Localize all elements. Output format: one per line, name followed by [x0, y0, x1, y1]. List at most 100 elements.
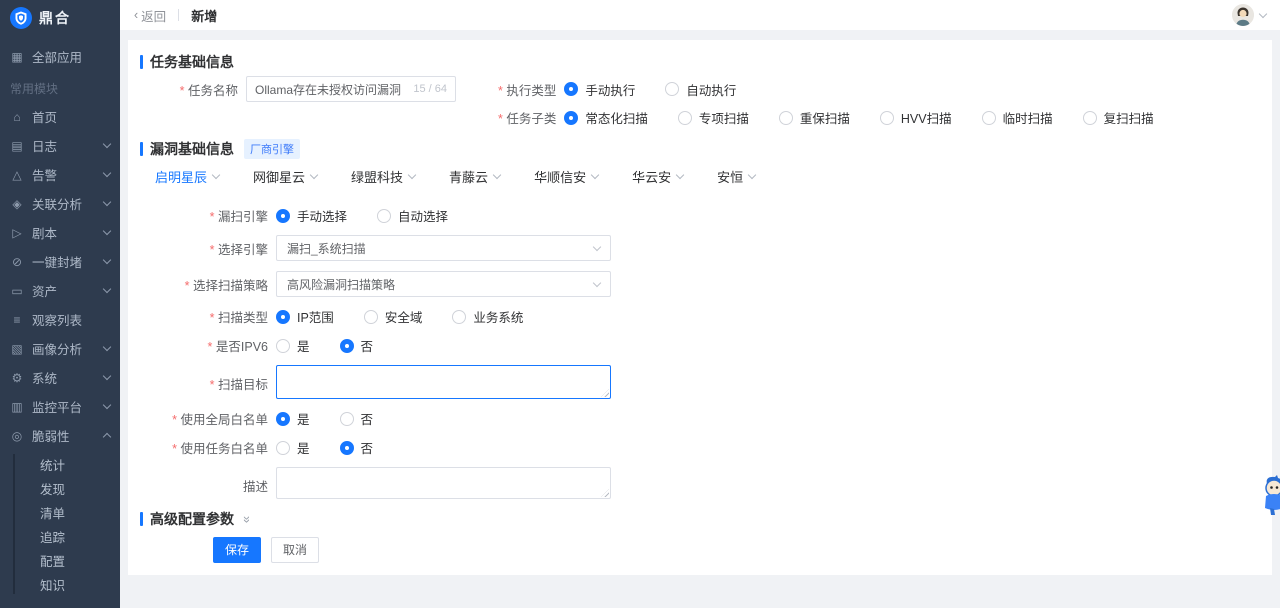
- sidebar-item-all-apps[interactable]: ▦ 全部应用: [0, 42, 120, 71]
- vendor-tab[interactable]: 绿盟科技: [351, 167, 415, 186]
- radio-option[interactable]: 复扫扫描: [1083, 108, 1154, 127]
- radio-control-icon[interactable]: [377, 209, 391, 223]
- radio-control-icon[interactable]: [340, 441, 354, 455]
- sidebar-item-label: 告警: [32, 165, 96, 184]
- radio-control-icon[interactable]: [340, 412, 354, 426]
- monitor-platform-icon: ▥: [10, 400, 24, 414]
- sidebar-submenu-item[interactable]: 追踪: [40, 524, 120, 548]
- sidebar-menu-item[interactable]: ▭ 资产: [0, 276, 120, 305]
- radio-control-icon[interactable]: [564, 82, 578, 96]
- ipv6-label: 是否IPV6: [140, 336, 268, 355]
- mascot-icon: [1261, 474, 1280, 516]
- radio-control-icon[interactable]: [276, 310, 290, 324]
- alert-icon: △: [10, 168, 24, 182]
- page-title: 新增: [191, 6, 217, 25]
- submenu-item-label: 清单: [40, 503, 65, 522]
- sidebar-submenu-item[interactable]: 知识: [40, 572, 120, 596]
- radio-option[interactable]: 临时扫描: [982, 108, 1053, 127]
- vendor-tab[interactable]: 华顺信安: [534, 167, 598, 186]
- scan-target-textarea[interactable]: [276, 365, 611, 399]
- radio-control-icon[interactable]: [276, 412, 290, 426]
- radio-option[interactable]: IP范围: [276, 307, 334, 326]
- vendor-tab-label: 华顺信安: [534, 167, 586, 186]
- vendor-tab[interactable]: 启明星辰: [155, 167, 219, 186]
- radio-option[interactable]: 手动执行: [564, 80, 635, 99]
- radio-control-icon[interactable]: [982, 111, 996, 125]
- vendor-tab-label: 启明星辰: [155, 167, 207, 186]
- sidebar-menu-item[interactable]: ◎ 脆弱性: [0, 421, 120, 450]
- radio-option[interactable]: 安全域: [364, 307, 423, 326]
- chevron-down-icon: [493, 171, 501, 179]
- logo-title: 鼎合: [39, 8, 71, 28]
- sidebar-menu-item[interactable]: ▥ 监控平台: [0, 392, 120, 421]
- engine-select[interactable]: 漏扫_系统扫描: [276, 235, 611, 261]
- sidebar-menu-item[interactable]: ⌂ 首页: [0, 102, 120, 131]
- radio-control-icon[interactable]: [779, 111, 793, 125]
- assistant-mascot[interactable]: [1261, 474, 1280, 516]
- app-logo[interactable]: 鼎合: [0, 0, 120, 36]
- radio-option[interactable]: 自动选择: [377, 206, 448, 225]
- policy-select[interactable]: 高风险漏洞扫描策略: [276, 271, 611, 297]
- sidebar-menu-item[interactable]: ▤ 日志: [0, 131, 120, 160]
- radio-control-icon[interactable]: [276, 339, 290, 353]
- user-avatar[interactable]: [1232, 4, 1254, 26]
- radio-option[interactable]: 否: [340, 409, 374, 428]
- radio-control-icon[interactable]: [276, 209, 290, 223]
- radio-label: 业务系统: [473, 307, 523, 326]
- radio-option[interactable]: 是: [276, 336, 310, 355]
- sidebar-submenu-item[interactable]: 发现: [40, 476, 120, 500]
- radio-option[interactable]: 是: [276, 409, 310, 428]
- radio-control-icon[interactable]: [276, 441, 290, 455]
- radio-control-icon[interactable]: [1083, 111, 1097, 125]
- description-textarea[interactable]: [276, 467, 611, 499]
- radio-option[interactable]: 重保扫描: [779, 108, 850, 127]
- radio-control-icon[interactable]: [678, 111, 692, 125]
- sidebar-submenu-item[interactable]: 统计: [40, 452, 120, 476]
- sidebar-menu-item[interactable]: △ 告警: [0, 160, 120, 189]
- radio-control-icon[interactable]: [452, 310, 466, 324]
- radio-option[interactable]: 业务系统: [452, 307, 523, 326]
- sidebar-menu-item[interactable]: ⊘ 一键封堵: [0, 247, 120, 276]
- back-button[interactable]: ‹ 返回: [134, 6, 166, 25]
- radio-label: 安全域: [385, 307, 423, 326]
- avatar-chevron-icon[interactable]: [1259, 9, 1267, 17]
- radio-control-icon[interactable]: [564, 111, 578, 125]
- sidebar-menu-item[interactable]: ▧ 画像分析: [0, 334, 120, 363]
- ipv6-radio-group: 是 否: [276, 336, 403, 355]
- vendor-tab[interactable]: 青藤云: [449, 167, 500, 186]
- radio-option[interactable]: 专项扫描: [678, 108, 749, 127]
- resize-grip[interactable]: [601, 489, 609, 497]
- sidebar-submenu-item[interactable]: 清单: [40, 500, 120, 524]
- radio-option[interactable]: 手动选择: [276, 206, 347, 225]
- vendor-tab[interactable]: 安恒: [717, 167, 755, 186]
- sidebar-menu-item[interactable]: ▷ 剧本: [0, 218, 120, 247]
- radio-label: 否: [361, 409, 374, 428]
- cancel-button[interactable]: 取消: [271, 537, 319, 563]
- collapse-icon[interactable]: «: [238, 515, 253, 522]
- radio-control-icon[interactable]: [880, 111, 894, 125]
- radio-control-icon[interactable]: [665, 82, 679, 96]
- radio-option[interactable]: 否: [340, 336, 374, 355]
- vendor-engine-tag: 厂商引擎: [244, 139, 300, 159]
- sidebar-submenu-item[interactable]: 配置: [40, 548, 120, 572]
- vendor-tab[interactable]: 网御星云: [253, 167, 317, 186]
- radio-option[interactable]: HVV扫描: [880, 108, 952, 127]
- task-name-input[interactable]: Ollama存在未授权访问漏洞 15 / 64: [246, 76, 456, 102]
- task-name-value: Ollama存在未授权访问漏洞: [255, 81, 401, 98]
- vendor-tabs: 启明星辰 网御星云 绿盟科技: [140, 167, 1260, 186]
- sidebar-item-label: 脆弱性: [32, 426, 96, 445]
- radio-control-icon[interactable]: [364, 310, 378, 324]
- radio-option[interactable]: 自动执行: [665, 80, 736, 99]
- vendor-tab[interactable]: 华云安: [632, 167, 683, 186]
- system-icon: ⚙: [10, 371, 24, 385]
- radio-option[interactable]: 否: [340, 438, 374, 457]
- resize-grip[interactable]: [601, 389, 609, 397]
- sidebar-menu-item[interactable]: ◈ 关联分析: [0, 189, 120, 218]
- radio-control-icon[interactable]: [340, 339, 354, 353]
- radio-option[interactable]: 是: [276, 438, 310, 457]
- sidebar-section-label: 常用模块: [0, 71, 120, 102]
- radio-option[interactable]: 常态化扫描: [564, 108, 648, 127]
- save-button[interactable]: 保存: [213, 537, 261, 563]
- sidebar-menu-item[interactable]: ⚙ 系统: [0, 363, 120, 392]
- sidebar-menu-item[interactable]: ≡ 观察列表: [0, 305, 120, 334]
